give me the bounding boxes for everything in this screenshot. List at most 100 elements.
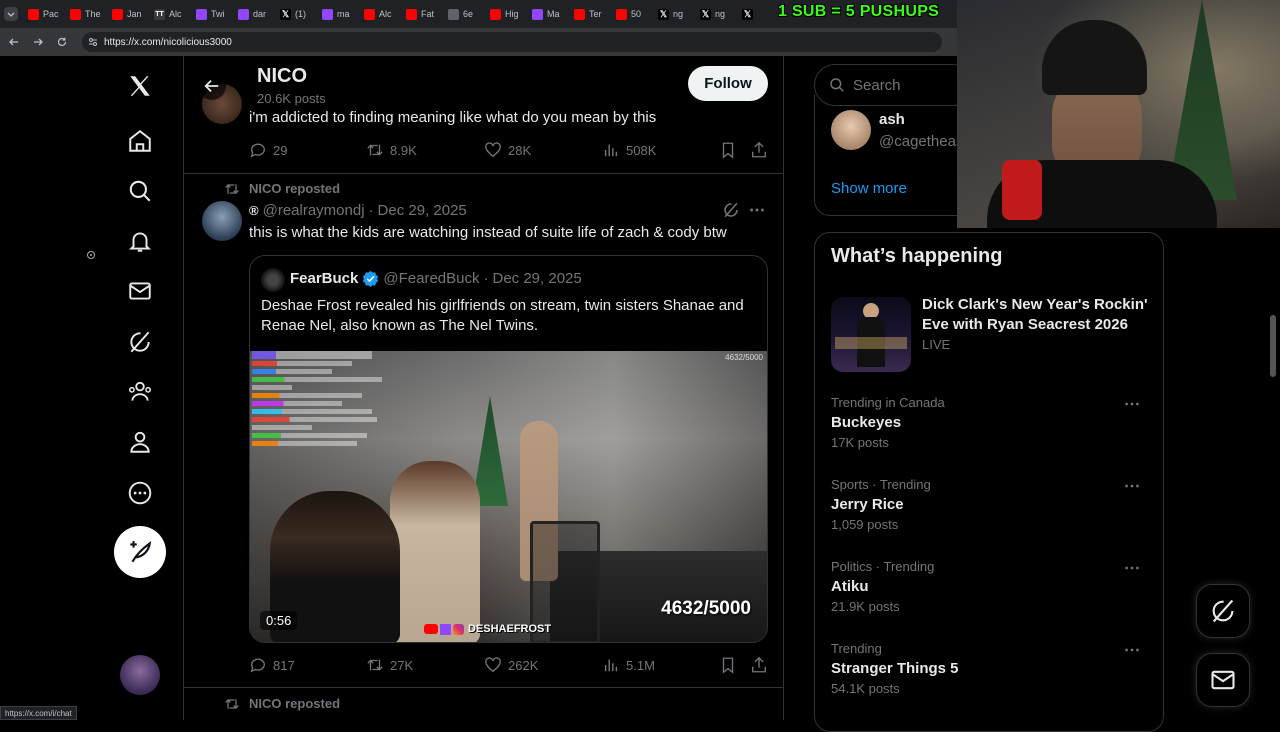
twitch-icon xyxy=(238,8,249,20)
browser-tab[interactable]: Jan xyxy=(106,0,148,28)
trend-post-count: 17K posts xyxy=(831,435,889,450)
tab-search-button[interactable] xyxy=(0,0,22,28)
trend-post-count: 54.1K posts xyxy=(831,681,900,696)
repost-button[interactable]: 27K xyxy=(366,656,413,674)
show-more-link[interactable]: Show more xyxy=(831,180,907,197)
event-title[interactable]: Dick Clark's New Year's Rockin' Eve with… xyxy=(922,295,1152,335)
nav-communities[interactable] xyxy=(115,367,165,417)
browser-tab[interactable]: 𝕏 (1) xyxy=(274,0,316,28)
youtube-icon xyxy=(364,8,375,20)
person-icon xyxy=(127,429,153,455)
views-button[interactable]: 508K xyxy=(602,141,656,159)
browser-tab[interactable]: 𝕏 xyxy=(736,0,778,28)
trend-item[interactable]: Trending in Canada Buckeyes 17K posts xyxy=(831,395,1151,450)
back-button[interactable] xyxy=(2,28,26,56)
bookmark-button[interactable] xyxy=(719,656,737,674)
grok-floating-button[interactable] xyxy=(1196,584,1250,638)
browser-tab[interactable]: Pac xyxy=(22,0,64,28)
post-handle[interactable]: @realraymondj xyxy=(263,202,365,219)
reply-button[interactable]: 29 xyxy=(249,141,287,159)
browser-tab[interactable]: Hig xyxy=(484,0,526,28)
share-button[interactable] xyxy=(750,656,768,674)
tab-title: Hig xyxy=(505,9,519,19)
event-thumbnail[interactable] xyxy=(831,297,911,372)
account-avatar[interactable] xyxy=(120,655,160,695)
nav-messages[interactable] xyxy=(115,266,165,316)
tab-title: 50 xyxy=(631,9,642,19)
like-button[interactable]: 28K xyxy=(484,141,531,159)
grok-explain-button[interactable] xyxy=(722,201,740,219)
browser-tab[interactable]: 6e xyxy=(442,0,484,28)
nav-grok[interactable] xyxy=(115,317,165,367)
repost-button[interactable]: 8.9K xyxy=(366,141,417,159)
youtube-icon xyxy=(490,8,501,20)
trend-item[interactable]: Sports · Trending Jerry Rice 1,059 posts xyxy=(831,477,1151,532)
site-info-icon[interactable] xyxy=(88,37,98,47)
nav-explore[interactable] xyxy=(115,166,165,216)
trend-item[interactable]: Politics · Trending Atiku 21.9K posts xyxy=(831,559,1151,614)
profile-name: NICO xyxy=(257,65,307,87)
follow-button[interactable]: Follow xyxy=(688,66,768,101)
home-icon xyxy=(127,128,153,154)
trend-item[interactable]: Trending Stranger Things 5 54.1K posts xyxy=(831,641,1151,696)
x-icon: 𝕏 xyxy=(742,8,753,20)
messages-floating-button[interactable] xyxy=(1196,653,1250,707)
post-date[interactable]: Dec 29, 2025 xyxy=(378,202,467,219)
reply-button[interactable]: 817 xyxy=(249,656,295,674)
tab-title: Ma xyxy=(547,9,560,19)
mail-icon xyxy=(1209,666,1237,694)
more-horizontal-icon[interactable] xyxy=(1123,641,1141,659)
grok-icon xyxy=(1209,597,1237,625)
arrow-left-icon xyxy=(203,77,221,95)
status-bar-url: https://x.com/i/chat xyxy=(0,706,77,720)
browser-tab[interactable]: Fat xyxy=(400,0,442,28)
like-button[interactable]: 262K xyxy=(484,656,538,674)
back-arrow-button[interactable] xyxy=(198,72,226,100)
tab-title: 6e xyxy=(463,9,474,19)
quoted-post[interactable]: FearBuck @FearedBuck · Dec 29, 2025 Desh… xyxy=(249,255,768,643)
suggested-user-handle: @cagetheas xyxy=(879,133,964,150)
trend-post-count: 21.9K posts xyxy=(831,599,900,614)
browser-tab[interactable]: Ma xyxy=(526,0,568,28)
share-button[interactable] xyxy=(750,141,768,159)
quote-handle: @FearedBuck xyxy=(383,270,480,287)
browser-tab[interactable]: Twi xyxy=(190,0,232,28)
quote-header: FearBuck @FearedBuck · Dec 29, 2025 xyxy=(290,270,582,287)
nav-more[interactable] xyxy=(115,468,165,518)
more-options-button[interactable] xyxy=(748,201,766,219)
browser-tab[interactable]: Alc xyxy=(358,0,400,28)
twitch-icon xyxy=(440,623,451,635)
avatar[interactable] xyxy=(831,110,871,150)
url-field[interactable]: https://x.com/nicolicious3000 xyxy=(82,32,942,52)
post-text: this is what the kids are watching inste… xyxy=(249,224,727,241)
suggested-user-name[interactable]: ash xyxy=(879,111,905,128)
browser-tab[interactable]: 𝕏ng xyxy=(694,0,736,28)
nav-profile[interactable] xyxy=(115,417,165,467)
more-horizontal-icon[interactable] xyxy=(1123,395,1141,413)
reload-button[interactable] xyxy=(50,28,74,56)
more-horizontal-icon[interactable] xyxy=(1123,559,1141,577)
stream-chat-overlay xyxy=(252,351,402,446)
browser-tab[interactable]: 𝕏ng xyxy=(652,0,694,28)
nav-notifications[interactable] xyxy=(115,216,165,266)
browser-tab[interactable]: ma xyxy=(316,0,358,28)
more-horizontal-icon[interactable] xyxy=(1123,477,1141,495)
browser-tab[interactable]: The xyxy=(64,0,106,28)
browser-tab[interactable]: TT Alc xyxy=(148,0,190,28)
browser-tab[interactable]: 50 xyxy=(610,0,652,28)
avatar[interactable] xyxy=(202,201,242,241)
browser-tab[interactable]: dar xyxy=(232,0,274,28)
video-player[interactable]: 4632/5000 4632/5000 DESHAEFROST 0:56 xyxy=(250,351,767,642)
twitch-icon xyxy=(322,8,333,20)
verified-badge-icon xyxy=(362,270,379,287)
views-button[interactable]: 5.1M xyxy=(602,656,655,674)
nav-home[interactable] xyxy=(115,116,165,166)
browser-tab[interactable]: Ter xyxy=(568,0,610,28)
forward-button[interactable] xyxy=(26,28,50,56)
share-icon xyxy=(750,141,768,159)
bookmark-icon xyxy=(719,141,737,159)
compose-post-button[interactable] xyxy=(114,526,166,578)
x-logo-link[interactable] xyxy=(115,61,165,111)
scrollbar-thumb[interactable] xyxy=(1270,315,1276,377)
bookmark-button[interactable] xyxy=(719,141,737,159)
